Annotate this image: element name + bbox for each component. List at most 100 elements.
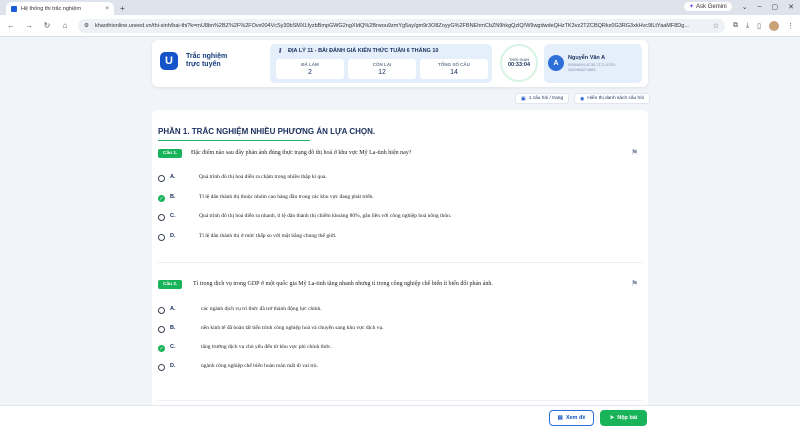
back-arrow-icon[interactable]: ← — [6, 21, 16, 30]
ask-gemini-label: Ask Gemini — [696, 3, 727, 10]
section-title: PHẦN 1. TRẮC NGHIỆM NHIỀU PHƯƠNG ÁN LỰA … — [158, 127, 376, 136]
question-text: Đặc điểm nào sau đây phản ánh đúng thực … — [191, 150, 412, 156]
address-toolbar: ← → ↻ ⌂ ⚙ khaothionline.uneed.vn/thi-sin… — [0, 15, 800, 37]
radio-button[interactable] — [158, 326, 165, 333]
review-exam-button[interactable]: ▤ Xem đề — [549, 410, 594, 426]
option-text: ngành công nghiệp chế biến hoàn toàn mất… — [201, 363, 318, 369]
answer-option[interactable]: B. nền kinh tế đã hoàn tất tiến trình cô… — [158, 325, 384, 333]
option-text: tăng trưởng dịch vụ chủ yếu đến từ khu v… — [201, 344, 332, 350]
timer: THỜI GIAN 00:33:04 — [500, 44, 538, 82]
option-letter: D. — [170, 233, 176, 239]
browser-tab[interactable]: Hệ thống thi trắc nghiệm × — [6, 2, 114, 15]
per-page-label: 1 câu hỏi / trang — [528, 96, 564, 101]
answer-option[interactable]: A. Quá trình đô thị hoá diễn ra chậm tro… — [158, 174, 327, 182]
url-field[interactable]: ⚙ khaothionline.uneed.vn/thi-sinh/bai-th… — [78, 18, 726, 33]
user-avatar: A — [548, 55, 564, 71]
answer-option[interactable]: D. Tỉ lệ dân thành thị ở mức thấp so với… — [158, 233, 336, 241]
option-letter: B. — [170, 194, 176, 200]
home-icon[interactable]: ⌂ — [60, 21, 70, 30]
question-badge: Câu 1. — [158, 149, 183, 158]
option-text: các ngành dịch vụ tri thức đã trở thành … — [201, 306, 322, 312]
radio-button[interactable] — [158, 234, 165, 241]
side-panel-icon[interactable]: ▯ — [757, 22, 761, 30]
brand-line-2: trực tuyến — [186, 61, 221, 68]
option-text: Quá trình đô thị hoá diễn ra chậm trong … — [199, 174, 327, 180]
question-divider — [158, 400, 642, 401]
question-divider — [158, 262, 642, 263]
option-letter: A. — [170, 306, 176, 312]
maximize-icon[interactable]: ▢ — [772, 3, 779, 11]
question-badge: Câu 2. — [158, 280, 183, 289]
radio-button[interactable] — [158, 364, 165, 371]
new-tab-button[interactable]: + — [120, 4, 125, 13]
brand: U Trắc nghiệm trực tuyến — [160, 52, 227, 70]
radio-button[interactable] — [158, 307, 165, 314]
submit-button[interactable]: ➤ Nộp bài — [600, 410, 647, 426]
flag-icon[interactable]: ⚑ — [631, 279, 638, 288]
answer-option[interactable]: D. ngành công nghiệp chế biến hoàn toàn … — [158, 363, 318, 371]
question-panel: PHẦN 1. TRẮC NGHIỆM NHIỀU PHƯƠNG ÁN LỰA … — [152, 110, 648, 409]
stat-label: ĐÃ LÀM — [301, 62, 319, 67]
answer-option[interactable]: ✓ C. tăng trưởng dịch vụ chủ yếu đến từ … — [158, 344, 332, 352]
checked-radio-icon[interactable]: ✓ — [158, 345, 165, 352]
question-text: Tỉ trọng dịch vụ trong GDP ở một quốc gi… — [193, 281, 493, 287]
close-window-icon[interactable]: ✕ — [788, 3, 794, 11]
per-page-toggle[interactable]: ▣ 1 câu hỏi / trang — [515, 93, 570, 104]
user-phone: 0000966271863 — [568, 68, 596, 72]
bottom-action-bar: ▤ Xem đề ➤ Nộp bài — [0, 405, 800, 429]
profile-avatar[interactable] — [769, 20, 779, 31]
download-icon[interactable]: ⤓ — [746, 22, 749, 30]
timer-value: 00:33:04 — [507, 62, 531, 68]
flag-icon[interactable]: ⚑ — [631, 148, 638, 157]
gemini-spark-icon: ✦ — [689, 4, 695, 10]
stat-value: 14 — [450, 69, 458, 76]
submit-label: Nộp bài — [617, 415, 638, 421]
user-id: 00584694-4C30-7171-9700- — [568, 63, 616, 67]
forward-arrow-icon[interactable]: → — [24, 21, 34, 30]
brand-line-1: Trắc nghiệm — [186, 53, 228, 60]
menu-kebab-icon[interactable]: ⋮ — [787, 22, 794, 30]
option-letter: B. — [170, 325, 176, 331]
document-icon: ▤ — [557, 415, 563, 421]
option-text: Quá trình đô thị hoá diễn ra nhanh, tỉ l… — [199, 213, 452, 219]
answer-option[interactable]: ✓ B. Tỉ lệ dân thành thị thuộc nhóm cao … — [158, 194, 374, 202]
show-question-list-button[interactable]: ◉ Hiển thị danh sách câu hỏi — [574, 93, 650, 104]
option-text: Tỉ lệ dân thành thị thuộc nhóm cao hàng … — [199, 194, 374, 200]
send-icon: ➤ — [609, 415, 615, 421]
user-name: Nguyễn Văn A — [568, 55, 606, 61]
browser-tabbar: Hệ thống thi trắc nghiệm × + ✦ Ask Gemin… — [0, 0, 800, 15]
show-list-label: Hiển thị danh sách câu hỏi — [587, 96, 644, 101]
checked-radio-icon[interactable]: ✓ — [158, 195, 165, 202]
bookmark-star-icon[interactable]: ☆ — [713, 22, 719, 30]
reload-icon[interactable]: ↻ — [42, 21, 52, 30]
radio-button[interactable] — [158, 214, 165, 221]
site-favicon-icon — [11, 5, 17, 12]
option-letter: A. — [170, 174, 176, 180]
option-letter: C. — [170, 213, 176, 219]
stat-done: ĐÃ LÀM 2 — [276, 59, 344, 79]
extensions-icon[interactable]: ⧉ — [733, 22, 738, 30]
option-text: Tỉ lệ dân thành thị ở mức thấp so với mặ… — [199, 233, 337, 239]
section-underline — [158, 140, 310, 141]
stat-remaining: CÒN LẠI 12 — [348, 59, 416, 79]
ask-gemini-button[interactable]: ✦ Ask Gemini — [684, 2, 732, 11]
option-letter: D. — [170, 363, 176, 369]
eye-icon: ◉ — [580, 95, 585, 102]
minimize-icon[interactable]: – — [758, 3, 762, 10]
stat-label: TỔNG SỐ CÂU — [438, 62, 470, 67]
chevron-down-icon[interactable]: ⌄ — [742, 3, 748, 11]
option-text: nền kinh tế đã hoàn tất tiến trình công … — [201, 325, 384, 331]
answer-option[interactable]: A. các ngành dịch vụ tri thức đã trở thà… — [158, 306, 322, 314]
stat-label: CÒN LẠI — [372, 62, 392, 67]
url-text: khaothionline.uneed.vn/thi-sinh/bai-thi?… — [94, 22, 689, 29]
stat-total: TỔNG SỐ CÂU 14 — [420, 59, 488, 79]
exam-header: U Trắc nghiệm trực tuyến ⚷ ĐỊA LÝ 11 - B… — [152, 40, 648, 87]
tab-close-icon[interactable]: × — [105, 6, 109, 12]
radio-button[interactable] — [158, 175, 165, 182]
site-info-icon[interactable]: ⚙ — [84, 23, 89, 29]
exam-info-box: ⚷ ĐỊA LÝ 11 - BÀI ĐÁNH GIÁ KIẾN THỨC TUẦ… — [270, 44, 492, 83]
user-info: A Nguyễn Văn A 00584694-4C30-7171-9700- … — [544, 44, 642, 83]
page-icon: ▣ — [521, 95, 526, 102]
stat-value: 2 — [308, 69, 312, 76]
answer-option[interactable]: C. Quá trình đô thị hoá diễn ra nhanh, t… — [158, 213, 451, 221]
